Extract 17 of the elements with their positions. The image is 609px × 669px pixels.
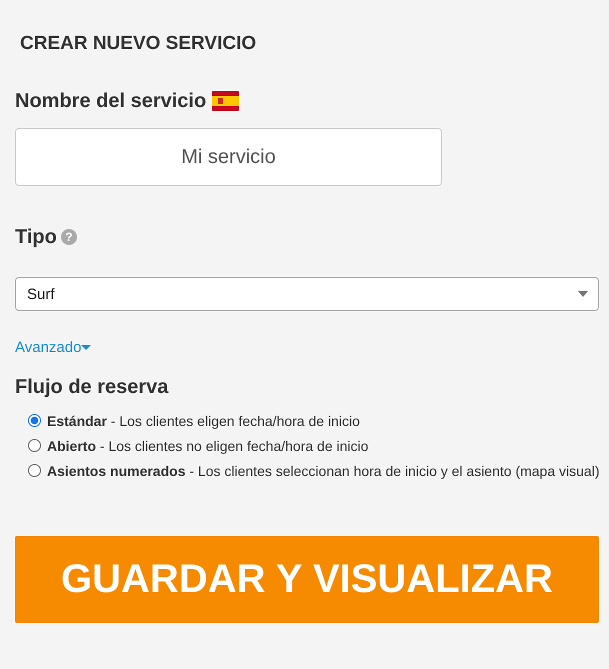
advanced-link[interactable]: Avanzado (15, 339, 92, 356)
option-label: Estándar - Los clientes eligen fecha/hora de inicio (47, 413, 360, 429)
name-field[interactable]: Mi servicio (15, 128, 442, 186)
radio-button[interactable] (28, 414, 41, 427)
page-title: CREAR NUEVO SERVICIO (20, 32, 256, 56)
caret-icon (578, 291, 588, 297)
radio-button[interactable] (28, 439, 41, 452)
option-label: Asientos numerados - Los clientes seleccionan hora de inicio y el asiento (mapa visual) (47, 463, 600, 479)
field-label: Nombre del servicio (15, 90, 206, 112)
radio-button[interactable] (28, 464, 41, 477)
option-label: Abierto - Los clientes no eligen fecha/hora de inicio (47, 438, 368, 454)
help-icon[interactable]: ? (60, 229, 77, 245)
field-label: Tipo (15, 226, 57, 248)
flag-icon (212, 91, 240, 111)
type-dropdown[interactable]: Surf (15, 277, 599, 311)
section-heading: Flujo de reserva (15, 375, 168, 400)
save-button[interactable]: GUARDAR Y VISUALIZAR (15, 536, 599, 623)
